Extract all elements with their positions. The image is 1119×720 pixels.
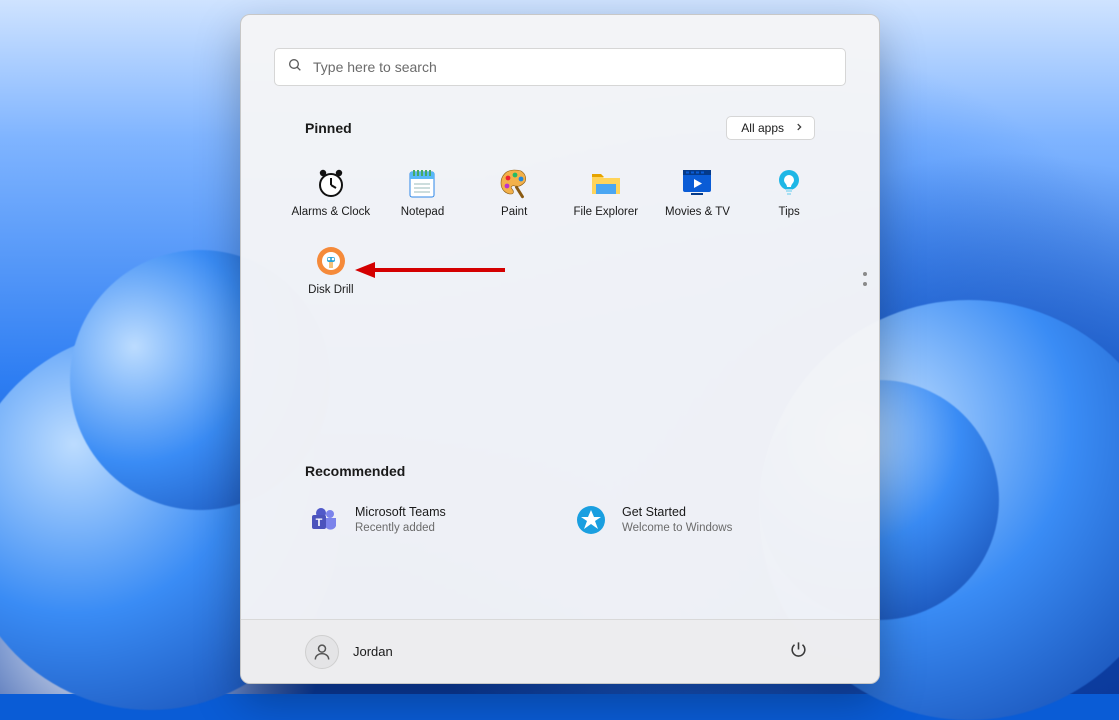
recommended-title: Recommended — [305, 463, 405, 479]
start-footer: Jordan — [241, 619, 879, 683]
svg-text:T: T — [316, 517, 323, 529]
teams-icon: T — [307, 503, 341, 537]
search-box[interactable] — [274, 48, 846, 86]
app-label: File Explorer — [574, 206, 639, 218]
all-apps-label: All apps — [741, 121, 784, 135]
notepad-icon — [405, 166, 439, 200]
pinned-app-paint[interactable]: Paint — [468, 162, 560, 222]
rec-subtitle: Welcome to Windows — [622, 521, 732, 536]
rec-title: Microsoft Teams — [355, 504, 446, 520]
start-menu: Pinned All apps Alarms & Clock — [240, 14, 880, 684]
pinned-app-alarms[interactable]: Alarms & Clock — [285, 162, 377, 222]
recommended-item-get-started[interactable]: Get Started Welcome to Windows — [572, 501, 815, 539]
user-account-button[interactable]: Jordan — [305, 635, 393, 669]
all-apps-button[interactable]: All apps — [726, 116, 815, 140]
power-button[interactable] — [781, 635, 815, 669]
recommended-header: Recommended — [241, 463, 879, 491]
pinned-app-disk-drill[interactable]: Disk Drill — [285, 240, 377, 300]
disk-drill-icon — [314, 244, 348, 278]
app-label: Disk Drill — [308, 284, 353, 296]
recommended-grid: T Microsoft Teams Recently added Get Sta… — [241, 491, 879, 549]
pinned-app-file-explorer[interactable]: File Explorer — [560, 162, 652, 222]
alarms-icon — [314, 166, 348, 200]
app-label: Movies & TV — [665, 206, 730, 218]
paint-icon — [497, 166, 531, 200]
search-icon — [287, 57, 303, 78]
chevron-right-icon — [794, 121, 804, 135]
pinned-app-tips[interactable]: Tips — [743, 162, 835, 222]
power-icon — [789, 640, 808, 664]
pinned-grid: Alarms & Clock Notepad — [241, 152, 879, 300]
rec-subtitle: Recently added — [355, 521, 446, 536]
file-explorer-icon — [589, 166, 623, 200]
pinned-pagination[interactable] — [863, 272, 867, 286]
movies-tv-icon — [680, 166, 714, 200]
tips-icon — [772, 166, 806, 200]
app-label: Notepad — [401, 206, 444, 218]
rec-title: Get Started — [622, 504, 732, 520]
app-label: Alarms & Clock — [292, 206, 371, 218]
recommended-item-teams[interactable]: T Microsoft Teams Recently added — [305, 501, 548, 539]
get-started-icon — [574, 503, 608, 537]
app-label: Tips — [779, 206, 800, 218]
search-container — [241, 15, 879, 86]
pinned-app-notepad[interactable]: Notepad — [377, 162, 469, 222]
username: Jordan — [353, 644, 393, 659]
avatar — [305, 635, 339, 669]
pinned-header: Pinned All apps — [241, 86, 879, 152]
app-label: Paint — [501, 206, 527, 218]
pinned-title: Pinned — [305, 120, 352, 136]
search-input[interactable] — [313, 59, 833, 75]
pinned-app-movies-tv[interactable]: Movies & TV — [652, 162, 744, 222]
